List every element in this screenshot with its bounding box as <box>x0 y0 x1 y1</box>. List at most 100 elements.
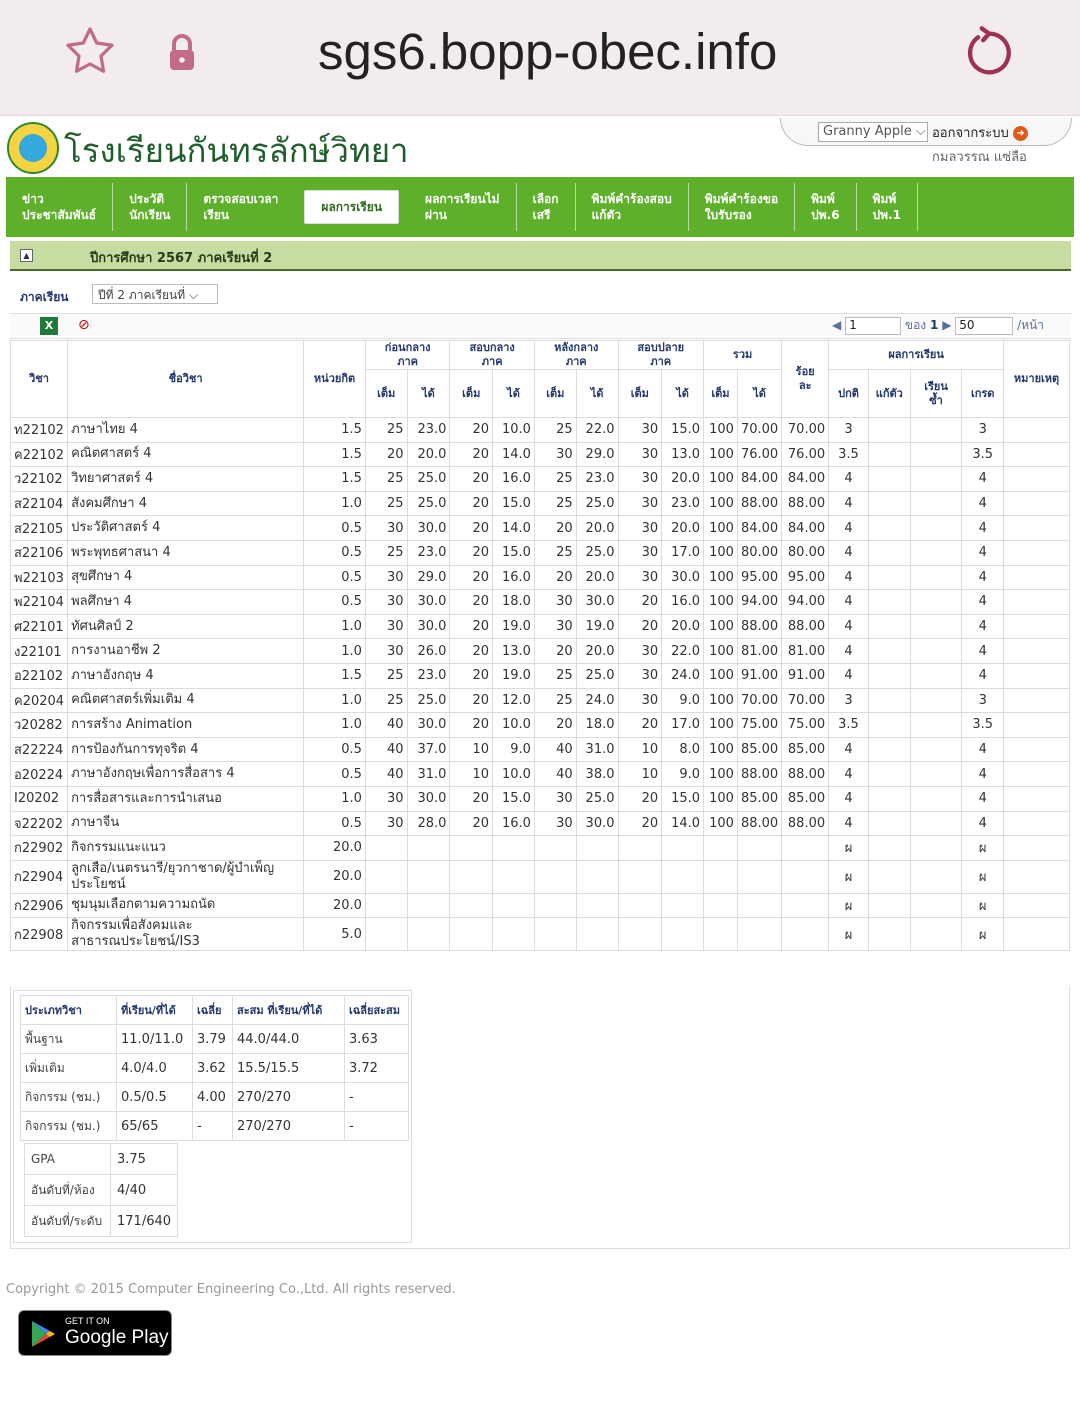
col-header-remark[interactable]: หมายเหตุ <box>1003 340 1070 418</box>
nav-item-news[interactable]: ข่าว ประชาสัมพันธ์ <box>6 183 114 231</box>
cell-remark <box>1003 835 1070 861</box>
sum-header-earned: ที่เรียน/ที่ได้ <box>116 995 193 1025</box>
cell-grade: 4 <box>961 638 1005 664</box>
prev-page-icon[interactable]: ◀ <box>832 318 841 332</box>
page-input[interactable]: 1 <box>845 316 902 335</box>
cell-remark <box>1003 917 1070 952</box>
logout-button[interactable]: ออกจากระบบ ➜ <box>932 122 1028 143</box>
cell-total-got <box>736 892 783 919</box>
cell-grade: 4 <box>961 736 1005 763</box>
cell-fix <box>867 835 911 861</box>
cell-name: ทัศนศิลป์ 2 <box>67 613 305 640</box>
cell-g2-full <box>449 917 494 952</box>
cell-g3-full: 20 <box>533 564 577 591</box>
table-row: ค22102 คณิตศาสตร์ 4 1.5 20 20.0 20 14.0 30 29.0 3… <box>9 441 1070 468</box>
col-header-repeat[interactable]: เรียน ซ้ำ <box>909 369 963 418</box>
col-header-name[interactable]: ชื่อวิชา <box>67 340 305 418</box>
cell-total-got: 80.00 <box>736 539 783 566</box>
summary-value: 4.00 <box>192 1082 233 1112</box>
per-page-value: 50 <box>959 317 975 332</box>
cell-repeat <box>909 564 963 591</box>
cell-g4-full: 30 <box>617 441 663 468</box>
google-play-badge[interactable]: GET IT ON Google Play <box>18 1310 172 1356</box>
cell-g1-got <box>406 835 451 861</box>
table-row: ง22101 การงานอาชีพ 2 1.0 30 26.0 20 13.0 20 20.0… <box>9 638 1070 664</box>
cell-fix <box>867 589 911 615</box>
nav-label: ผลการเรียน <box>321 200 383 214</box>
nav-item-grades[interactable]: ผลการเรียน <box>304 190 400 224</box>
cell-g1-got: 30.0 <box>406 589 451 615</box>
cell-name: สุขศึกษา 4 <box>67 564 305 591</box>
col-header-full[interactable]: เต็ม <box>449 369 494 418</box>
reload-icon[interactable] <box>960 24 1018 86</box>
collapse-icon[interactable]: ▲ <box>20 249 33 262</box>
cell-g3-got: 20.0 <box>575 564 619 591</box>
col-header-got[interactable]: ได้ <box>736 369 783 418</box>
cell-credit: 1.0 <box>303 613 366 640</box>
cell-name: ประวัติศาสตร์ 4 <box>67 515 305 541</box>
col-header-got[interactable]: ได้ <box>492 369 535 418</box>
next-page-icon[interactable]: ▶ <box>942 318 951 332</box>
cell-g4-got: 15.0 <box>661 417 705 443</box>
nav-item-print-pp1[interactable]: พิมพ์ ปพ.1 <box>857 183 918 231</box>
cell-repeat <box>909 785 963 812</box>
cell-total-full: 100 <box>703 712 738 738</box>
cell-percent: 91.00 <box>781 662 830 689</box>
cell-g2-got <box>492 917 535 952</box>
nav-item-print-retest[interactable]: พิมพ์คำร้องสอบ แก้ตัว <box>576 183 689 231</box>
col-header-normal[interactable]: ปกติ <box>828 369 869 418</box>
nav-item-print-certificate[interactable]: พิมพ์คำร้องขอ ใบรับรอง <box>689 183 796 231</box>
cell-credit: 1.0 <box>303 638 366 664</box>
semester-select[interactable]: ปีที่ 2 ภาคเรียนที่ ⌵ <box>92 284 218 304</box>
col-header-grade[interactable]: เกรด <box>961 369 1005 418</box>
nav-item-failed-grades[interactable]: ผลการเรียนไม่ ผ่าน <box>409 183 517 231</box>
user-select[interactable]: Granny Apple ⌵ <box>818 122 928 142</box>
cell-code: ง22101 <box>9 638 69 664</box>
per-page-input[interactable]: 50 <box>955 316 1014 335</box>
cell-g1-full <box>364 859 408 894</box>
col-header-got[interactable]: ได้ <box>575 369 619 418</box>
cell-normal: 4 <box>828 564 869 591</box>
col-header-full[interactable]: เต็ม <box>703 369 738 418</box>
table-row: ก22908 กิจกรรมเพื่อสังคมและสาธารณประโยชน์… <box>9 917 1070 952</box>
col-header-credit[interactable]: หน่วยกิต <box>303 340 366 418</box>
cell-g2-full: 10 <box>449 736 494 763</box>
cell-code: ก22908 <box>9 917 69 952</box>
excel-export-icon[interactable]: X <box>40 317 58 335</box>
cell-g1-got: 25.0 <box>406 490 451 517</box>
cell-g3-got: 30.0 <box>575 589 619 615</box>
cell-g1-got <box>406 859 451 894</box>
address-bar: sgs6.bopp-obec.info <box>0 0 1080 116</box>
col-header-code[interactable]: วิชา <box>9 340 69 418</box>
nav-item-attendance[interactable]: ตรวจสอบเวลา เรียน <box>187 183 294 231</box>
gpa-value: 171/640 <box>109 1205 179 1237</box>
cell-code: ก22904 <box>9 859 69 894</box>
gpa-row: GPA 3.75 <box>24 1143 179 1175</box>
cell-credit: 1.5 <box>303 441 366 468</box>
cell-g4-full: 30 <box>617 539 663 566</box>
col-header-got[interactable]: ได้ <box>661 369 705 418</box>
sum-header-cumulative: สะสม ที่เรียน/ที่ได้ <box>232 995 345 1025</box>
url-text[interactable]: sgs6.bopp-obec.info <box>318 22 777 81</box>
cell-g4-got: 20.0 <box>661 613 705 640</box>
col-header-full[interactable]: เต็ม <box>533 369 577 418</box>
nav-item-student-profile[interactable]: ประวัติ นักเรียน <box>113 183 188 231</box>
nav-item-elective[interactable]: เลือก เสรี <box>517 183 576 231</box>
col-header-fix[interactable]: แก้ตัว <box>867 369 911 418</box>
star-icon[interactable] <box>60 22 120 86</box>
user-name: กมลวรรณ แซ่ลือ <box>932 150 1027 165</box>
cell-total-full: 100 <box>703 539 738 566</box>
clear-filter-icon[interactable]: ⊘ <box>78 317 100 337</box>
col-header-full[interactable]: เต็ม <box>364 369 408 418</box>
cell-percent <box>781 859 830 894</box>
col-header-got[interactable]: ได้ <box>406 369 451 418</box>
col-header-full[interactable]: เต็ม <box>617 369 663 418</box>
cell-g3-got: 30.0 <box>575 810 619 837</box>
nav-item-print-pp6[interactable]: พิมพ์ ปพ.6 <box>795 183 857 231</box>
cell-repeat <box>909 417 963 443</box>
col-header-percent[interactable]: ร้อย ละ <box>781 340 830 418</box>
cell-g3-got <box>575 917 619 952</box>
school-name: โรงเรียนกันทรลักษ์วิทยา <box>64 131 409 170</box>
cell-g4-full: 30 <box>617 417 663 443</box>
cell-name: การงานอาชีพ 2 <box>67 638 305 664</box>
